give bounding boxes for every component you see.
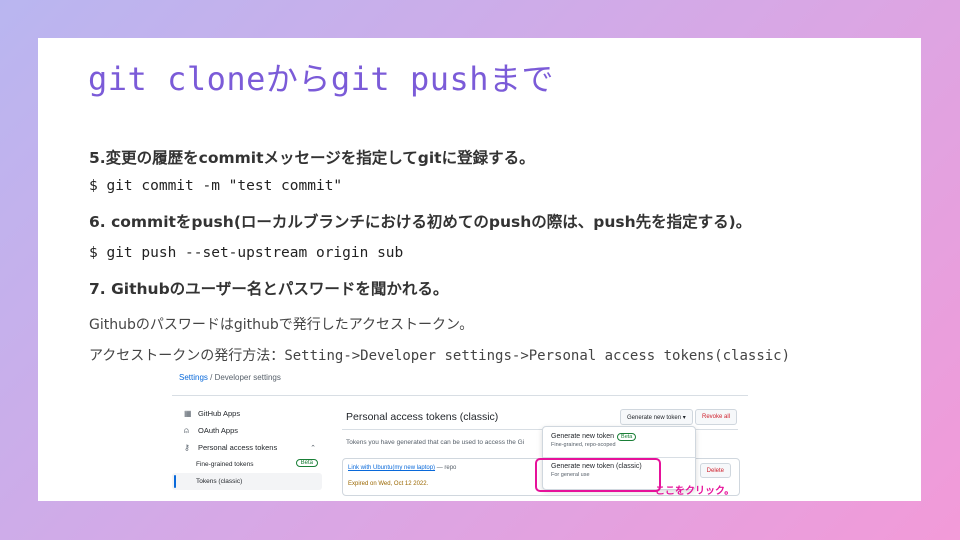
breadcrumb-developer-settings: Developer settings [214, 373, 281, 382]
beta-badge: Beta [295, 459, 318, 467]
breadcrumb-settings-link[interactable]: Settings [179, 373, 208, 382]
tokens-description: Tokens you have generated that can be us… [346, 439, 525, 446]
tokens-title: Personal access tokens (classic) [346, 411, 499, 423]
slide-title: git cloneからgit pushまで [88, 60, 555, 98]
token-expiry: Expired on Wed, Oct 12 2022. [348, 481, 429, 487]
sidebar-item-oauth-apps[interactable]: ⍝ OAuth Apps [172, 422, 322, 439]
header-divider [172, 395, 748, 396]
sidebar: ▦ GitHub Apps ⍝ OAuth Apps ⚷ Personal ac… [172, 405, 322, 490]
github-settings-screenshot: Settings / Developer settings ▦ GitHub A… [172, 365, 748, 501]
delete-token-button[interactable]: Delete [699, 463, 731, 478]
key-icon: ⚷ [184, 443, 190, 452]
person-icon: ⍝ [184, 425, 189, 435]
token-note: Githubのパスワードはgithubで発行したアクセストークン。 [89, 317, 474, 333]
chevron-up-icon: ⌃ [310, 444, 316, 452]
highlight-box [535, 458, 661, 492]
dropdown-option-fine-grained[interactable]: Generate new token Beta Fine-grained, rep… [551, 433, 637, 448]
sidebar-item-tokens-classic[interactable]: Tokens (classic) [172, 473, 322, 490]
token-howto-prefix: アクセストークンの発行方法： [89, 348, 285, 364]
step-5-heading: 5.変更の履歴をcommitメッセージを指定してgitに登録する。 [89, 149, 535, 167]
active-indicator [174, 475, 176, 488]
beta-badge: Beta [617, 433, 637, 441]
token-link[interactable]: Link with Ubuntu(my new laptop) — repo [348, 465, 456, 471]
push-command: $ git push --set-upstream origin sub [89, 245, 404, 261]
commit-command: $ git commit -m "test commit" [89, 178, 343, 194]
generate-new-token-button[interactable]: Generate new token ▾ [620, 409, 693, 425]
breadcrumb: Settings / Developer settings [179, 373, 281, 382]
token-howto: アクセストークンの発行方法：Setting->Developer setting… [89, 345, 790, 365]
sidebar-item-fine-grained-tokens[interactable]: Fine-grained tokens Beta [172, 456, 322, 473]
revoke-all-button[interactable]: Revoke all [695, 409, 738, 425]
click-here-annotation: ここをクリック。 [655, 486, 735, 497]
slide: git cloneからgit pushまで 5.変更の履歴をcommitメッセー… [38, 38, 921, 501]
sidebar-item-personal-access-tokens[interactable]: ⚷ Personal access tokens ⌃ [172, 439, 322, 456]
sidebar-item-github-apps[interactable]: ▦ GitHub Apps [172, 405, 322, 422]
step-6-heading: 6. commitをpush(ローカルブランチにおける初めてのpushの際は、p… [89, 213, 752, 231]
token-howto-path: Setting->Developer settings->Personal ac… [284, 348, 791, 364]
apps-grid-icon: ▦ [184, 409, 192, 418]
step-7-heading: 7. Githubのユーザー名とパスワードを聞かれる。 [89, 280, 449, 298]
